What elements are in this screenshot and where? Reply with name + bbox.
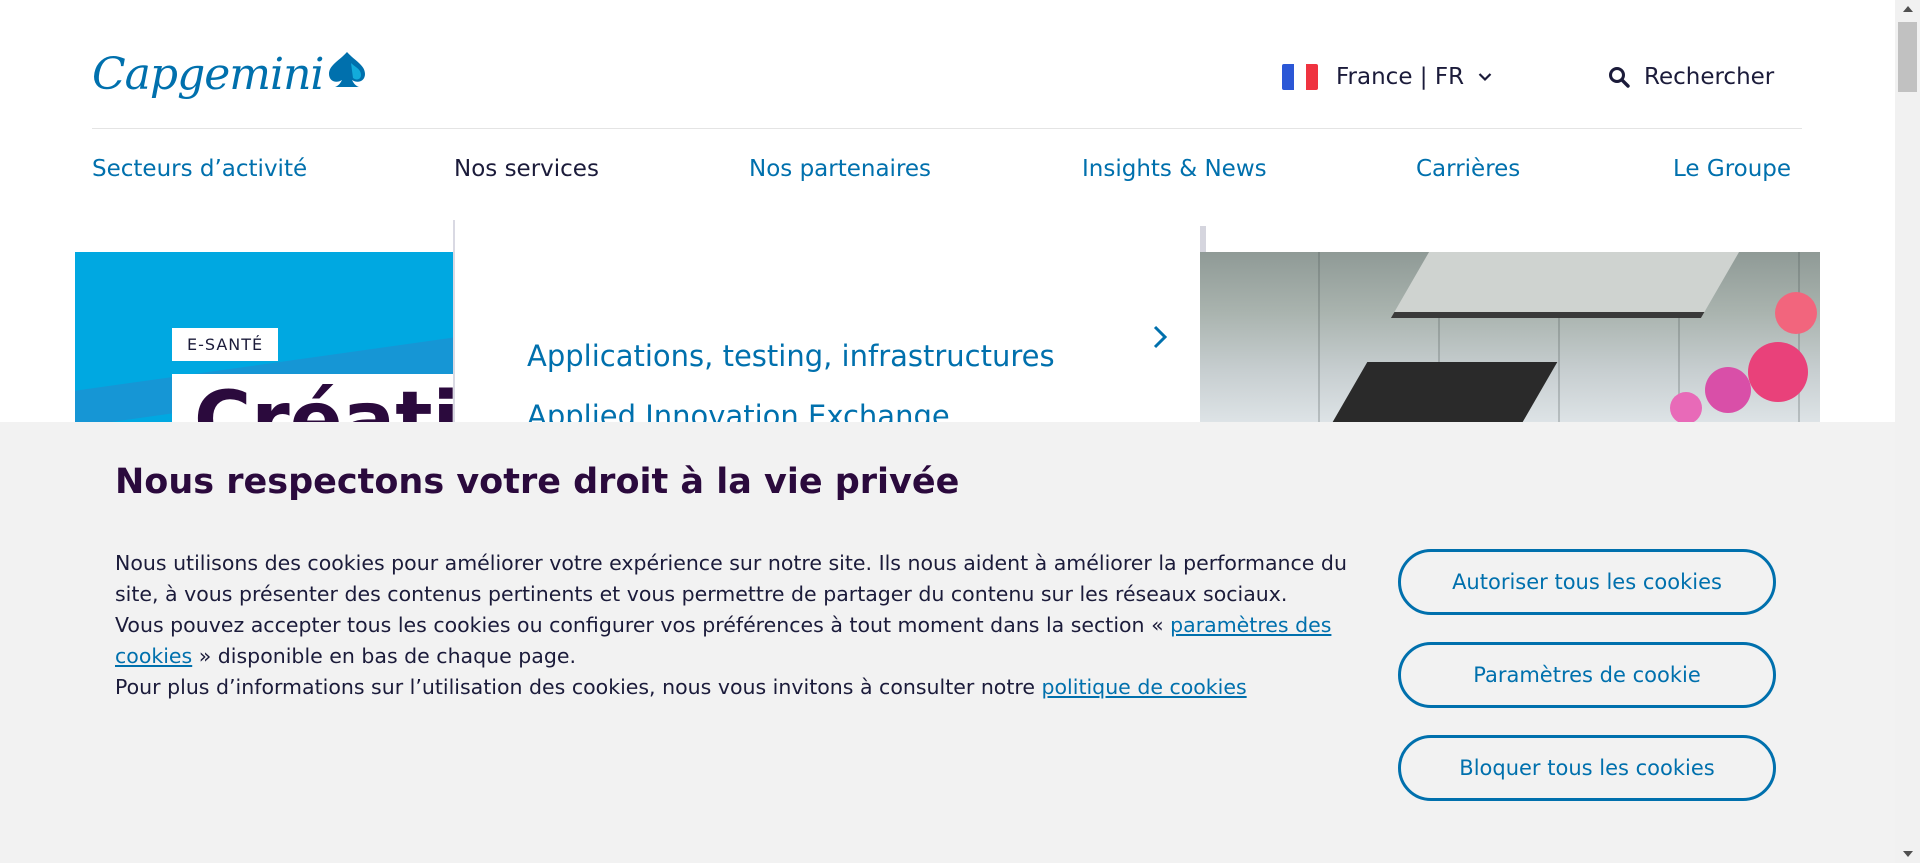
capgemini-logo[interactable]: Capgemini <box>92 44 369 106</box>
chevron-down-icon <box>1478 72 1492 82</box>
logo-wordmark: Capgemini <box>92 49 324 100</box>
ceiling-duct <box>1390 252 1740 318</box>
promo-title: Créatio <box>194 376 453 422</box>
ceiling-vent <box>1332 362 1558 422</box>
nav-item-partenaires[interactable]: Nos partenaires <box>749 156 931 182</box>
cookie-settings-button[interactable]: Paramètres de cookie <box>1398 642 1776 708</box>
scroll-down-icon[interactable] <box>1895 845 1920 863</box>
block-all-cookies-button[interactable]: Bloquer tous les cookies <box>1398 735 1776 801</box>
chevron-right-icon[interactable] <box>1152 324 1168 354</box>
decor-blob <box>1748 342 1808 402</box>
cookie-policy-link[interactable]: politique de cookies <box>1042 675 1247 699</box>
search-label: Rechercher <box>1644 64 1775 90</box>
nav-item-insights[interactable]: Insights & News <box>1082 156 1267 182</box>
header-divider <box>92 128 1802 129</box>
page-scrollbar[interactable] <box>1895 0 1920 863</box>
promo-card[interactable]: E-SANTÉ Créatio <box>75 252 453 422</box>
nav-item-carrieres[interactable]: Carrières <box>1416 156 1520 182</box>
language-label: France | FR <box>1336 64 1465 90</box>
nav-item-groupe[interactable]: Le Groupe <box>1673 156 1791 182</box>
cookie-paragraph-2-end: » disponible en bas de chaque page. <box>192 644 576 668</box>
cookie-paragraph-2-text: Vous pouvez accepter tous les cookies ou… <box>115 613 1171 637</box>
scroll-up-icon[interactable] <box>1895 0 1920 18</box>
search-button[interactable]: Rechercher <box>1608 60 1774 94</box>
cookie-title: Nous respectons votre droit à la vie pri… <box>115 462 960 502</box>
spade-logo-icon <box>329 52 366 87</box>
cookie-paragraph-3: Pour plus d’informations sur l’utilisati… <box>115 672 1355 703</box>
promo-title-card: Créatio <box>172 374 453 422</box>
language-selector[interactable]: France | FR <box>1282 60 1492 94</box>
flag-stripe-white <box>1294 64 1306 90</box>
site-header: Capgemini France | FR Rechercher Secteur… <box>0 0 1895 220</box>
cookie-paragraph-1: Nous utilisons des cookies pour améliore… <box>115 551 1347 606</box>
scroll-thumb[interactable] <box>1898 22 1917 92</box>
decor-blob <box>1775 292 1817 334</box>
menu-divider <box>453 220 455 422</box>
flag-stripe-blue <box>1282 64 1294 90</box>
cookie-paragraph-2: Vous pouvez accepter tous les cookies ou… <box>115 610 1355 672</box>
france-flag-icon <box>1282 64 1318 90</box>
allow-all-cookies-button[interactable]: Autoriser tous les cookies <box>1398 549 1776 615</box>
flag-stripe-red <box>1306 64 1318 90</box>
menu-item-applications[interactable]: Applications, testing, infrastructures <box>527 339 1055 373</box>
cookie-paragraph-3-text: Pour plus d’informations sur l’utilisati… <box>115 675 1042 699</box>
nav-item-secteurs[interactable]: Secteurs d’activité <box>92 156 307 182</box>
nav-item-services[interactable]: Nos services <box>454 156 599 182</box>
promo-photo <box>1200 252 1820 422</box>
search-icon <box>1609 67 1630 88</box>
decor-blob <box>1670 392 1702 422</box>
promo-badge: E-SANTÉ <box>172 328 279 361</box>
cookie-banner: Nous respectons votre droit à la vie pri… <box>0 422 1895 863</box>
main-nav: Secteurs d’activité Nos services Nos par… <box>92 156 1791 192</box>
decor-blob <box>1705 367 1751 413</box>
